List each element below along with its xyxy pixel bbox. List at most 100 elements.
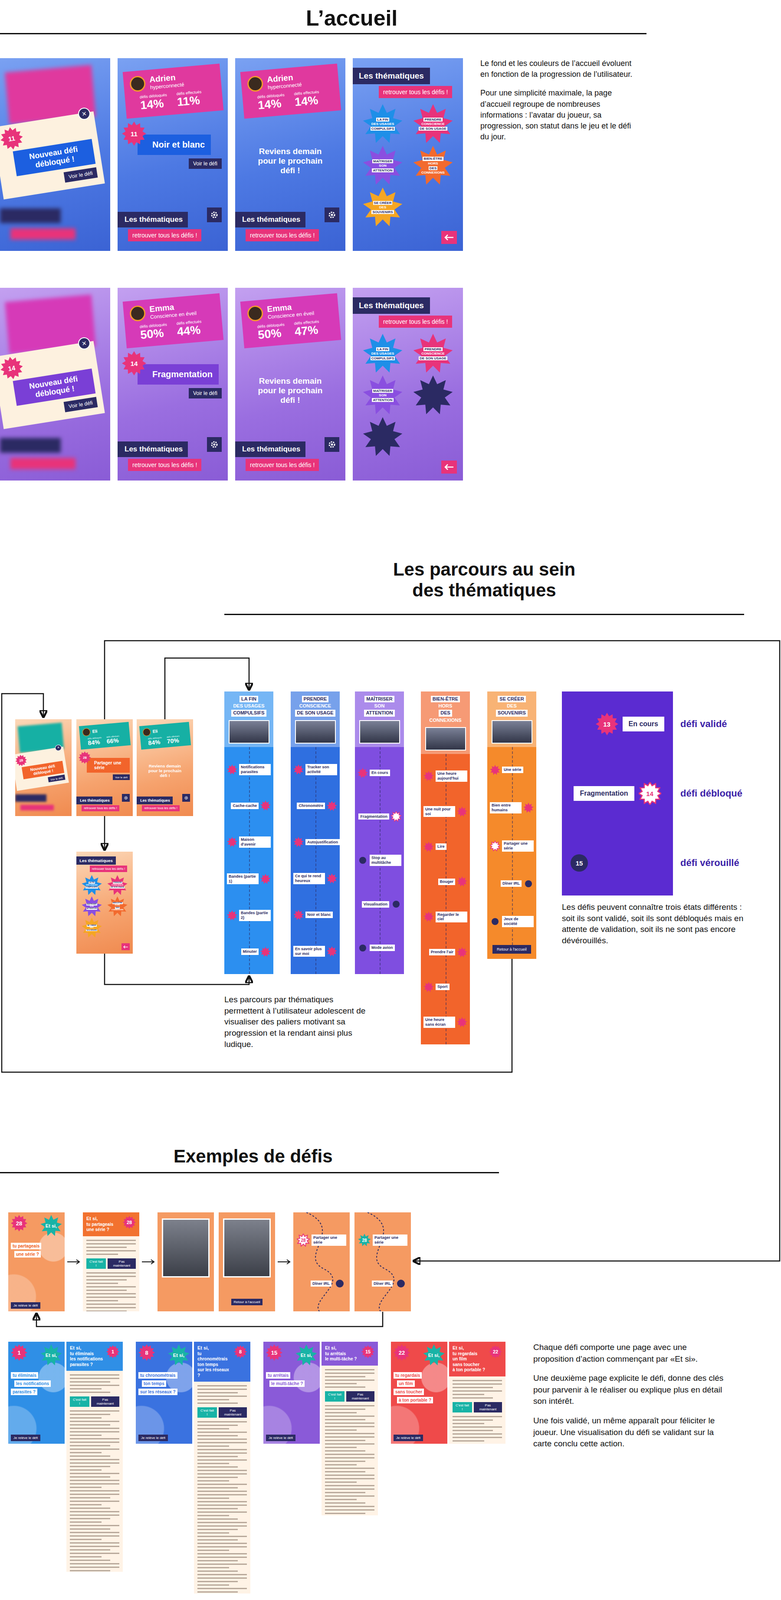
track-step[interactable]: Regarder le ciel bbox=[423, 911, 468, 923]
themes-screen: Les thématiquesretrouver tous les défis … bbox=[352, 58, 463, 251]
track-step[interactable]: Notifications parasites bbox=[226, 763, 271, 775]
theme-badge[interactable]: PRENDRECONSCIENCEDE SON USAGE bbox=[413, 104, 453, 145]
accept-button[interactable]: Je relève le défi bbox=[138, 1434, 168, 1441]
theme-badge[interactable]: MAÎTRISERSONATTENTION bbox=[362, 375, 403, 416]
accept-button[interactable]: Je relève le défi bbox=[10, 1301, 41, 1309]
track-step[interactable]: Une heure aujourd'hui bbox=[423, 770, 468, 782]
track-step[interactable]: Partager une série bbox=[489, 840, 534, 852]
later-button[interactable]: Pas maintenant bbox=[91, 1395, 120, 1407]
theme-badge[interactable]: LA FINDES USAGESCOMPULSIFS bbox=[362, 104, 403, 145]
back-home-button[interactable]: Retour à l'accueil bbox=[492, 944, 532, 954]
theme-badge[interactable]: PRENDRECONSCIENCEDE SON USAGE bbox=[413, 333, 453, 374]
all-challenges-link[interactable]: retrouver tous les défis ! bbox=[127, 229, 202, 242]
settings-button[interactable] bbox=[182, 793, 190, 801]
theme-badges: LA FINDES USAGESCOMPULSIFSPRENDRECONSCIE… bbox=[352, 333, 463, 457]
all-challenges-link[interactable]: retrouver tous les défis ! bbox=[141, 804, 180, 811]
track-step[interactable]: Noir et blanc bbox=[293, 909, 338, 920]
later-button[interactable]: Pas maintenant bbox=[346, 1390, 375, 1402]
badge-line: SOUVENIRS bbox=[371, 210, 394, 215]
all-challenges-link[interactable]: retrouver tous les défis ! bbox=[81, 804, 120, 811]
step-state-icon bbox=[357, 767, 368, 778]
track-step[interactable]: Une nuit pour soi bbox=[423, 805, 468, 818]
theme-badge[interactable]: LA FINDES USAGESCOMPULSIFS bbox=[362, 333, 403, 374]
text-line bbox=[324, 1414, 375, 1417]
track-step[interactable]: En savoir plus sur moi bbox=[293, 945, 338, 957]
see-challenge-button[interactable]: Voir le défi bbox=[63, 396, 98, 413]
mini-screen-node: Elidéfis débloqués84%défis effectués66%2… bbox=[76, 718, 133, 816]
done-button[interactable]: C'est fait ! bbox=[452, 1401, 473, 1412]
stat-value: 47% bbox=[294, 323, 321, 338]
track-step[interactable]: Tracker son activité bbox=[293, 763, 338, 775]
track-step[interactable]: Minuter bbox=[226, 946, 271, 957]
all-challenges-link[interactable]: retrouver tous les défis ! bbox=[378, 315, 453, 328]
theme-badge[interactable]: SE CRÉERDESSOUVENIRS bbox=[81, 917, 102, 938]
track-step[interactable]: En cours bbox=[357, 767, 402, 778]
question-line: ton temps bbox=[141, 1379, 167, 1387]
track-step[interactable]: Fragmentation bbox=[357, 810, 402, 822]
theme-badge[interactable]: MAÎTRISERSONATTENTION bbox=[81, 895, 102, 917]
step-label: Partager une série bbox=[502, 840, 534, 852]
all-challenges-link[interactable]: retrouver tous les défis ! bbox=[245, 458, 319, 471]
see-challenge-button[interactable]: Voir le défi bbox=[63, 167, 98, 183]
later-button[interactable]: Pas maintenant bbox=[473, 1401, 503, 1412]
all-challenges-link[interactable]: retrouver tous les défis ! bbox=[89, 865, 128, 872]
badge-line: COMPULSIFS bbox=[370, 126, 395, 132]
examples-section: Exemples de défis28Et si,tu partageaisun… bbox=[0, 1128, 781, 1600]
done-button[interactable]: C'est fait ! bbox=[69, 1395, 90, 1407]
done-button[interactable]: C'est fait ! bbox=[197, 1406, 217, 1418]
all-challenges-link[interactable]: retrouver tous les défis ! bbox=[245, 229, 319, 242]
all-challenges-link[interactable]: retrouver tous les défis ! bbox=[378, 85, 453, 99]
done-button[interactable]: C'est fait ! bbox=[324, 1390, 345, 1402]
theme-badge[interactable]: SE CRÉERDESSOUVENIRS bbox=[362, 187, 403, 228]
theme-badge[interactable]: BIEN-ÊTREHORSDESCONNEXIONS bbox=[413, 145, 453, 186]
track-step[interactable]: Ce qui te rend heureux bbox=[293, 872, 338, 884]
see-challenge-button[interactable]: Voir le défi bbox=[188, 387, 222, 399]
track-step[interactable]: Une heure sans écran bbox=[423, 1016, 468, 1028]
later-button[interactable]: Pas maintenant bbox=[107, 1257, 136, 1269]
badge-line: CONSCIENCE bbox=[420, 351, 446, 356]
theme-badge[interactable]: BIEN-ÊTREHORSDESCONNEXIONS bbox=[107, 895, 128, 917]
track-step[interactable]: Bandes (partie 1) bbox=[226, 872, 271, 885]
track-step[interactable]: Maison d'avenir bbox=[226, 836, 271, 848]
track-step[interactable]: Sport bbox=[423, 981, 468, 992]
track-step[interactable]: Chronomètre bbox=[293, 800, 338, 811]
track-step[interactable]: Autojustification bbox=[293, 836, 338, 847]
all-challenges-link[interactable]: retrouver tous les défis ! bbox=[127, 458, 202, 471]
text-line bbox=[197, 1489, 247, 1492]
back-button[interactable] bbox=[121, 942, 130, 950]
badge-line: HORS bbox=[426, 161, 439, 166]
badge-line: COMPULSIFS bbox=[370, 356, 395, 361]
see-challenge-button[interactable]: Voir le défi bbox=[47, 774, 66, 782]
settings-button[interactable] bbox=[324, 436, 340, 452]
text-line bbox=[69, 1520, 102, 1523]
settings-button[interactable] bbox=[206, 207, 222, 223]
theme-badge[interactable]: PRENDRECONSCIENCEDE SON USAGE bbox=[107, 874, 128, 896]
settings-button[interactable] bbox=[121, 793, 130, 801]
track-step[interactable]: Prendre l'air bbox=[423, 946, 468, 958]
text-line bbox=[197, 1398, 230, 1400]
settings-button[interactable] bbox=[206, 436, 222, 452]
badge-line: MAÎTRISER bbox=[86, 902, 97, 906]
settings-button[interactable] bbox=[324, 207, 340, 223]
accept-button[interactable]: Je relève le défi bbox=[265, 1434, 296, 1441]
track-step[interactable]: Cache-cache bbox=[226, 800, 271, 811]
later-button[interactable]: Pas maintenant bbox=[218, 1406, 247, 1418]
theme-badge[interactable]: LA FINDES USAGESCOMPULSIFS bbox=[81, 874, 102, 896]
star-icon bbox=[326, 945, 338, 957]
track-step[interactable]: Une série bbox=[489, 764, 534, 775]
back-button[interactable] bbox=[441, 460, 457, 474]
see-challenge-button[interactable]: Voir le défi bbox=[188, 158, 222, 169]
accept-button[interactable]: Je relève le défi bbox=[10, 1434, 41, 1441]
track-step[interactable]: Lire bbox=[423, 841, 468, 852]
accept-button[interactable]: Je relève le défi bbox=[393, 1434, 424, 1441]
track-step[interactable]: Bouger bbox=[423, 876, 468, 887]
see-challenge-button[interactable]: Voir le défi bbox=[112, 774, 130, 780]
track-step[interactable]: Bandes (partie 2) bbox=[226, 909, 271, 921]
track-step[interactable]: Bien entre humains bbox=[489, 801, 534, 814]
text-line bbox=[197, 1528, 238, 1530]
done-button[interactable]: C'est fait ! bbox=[86, 1257, 106, 1269]
back-button[interactable] bbox=[441, 230, 457, 244]
back-home-button[interactable]: Retour à l'accueil bbox=[231, 1298, 263, 1305]
step-label: Une nuit pour soi bbox=[423, 805, 456, 818]
theme-badge[interactable]: MAÎTRISERSONATTENTION bbox=[362, 145, 403, 186]
